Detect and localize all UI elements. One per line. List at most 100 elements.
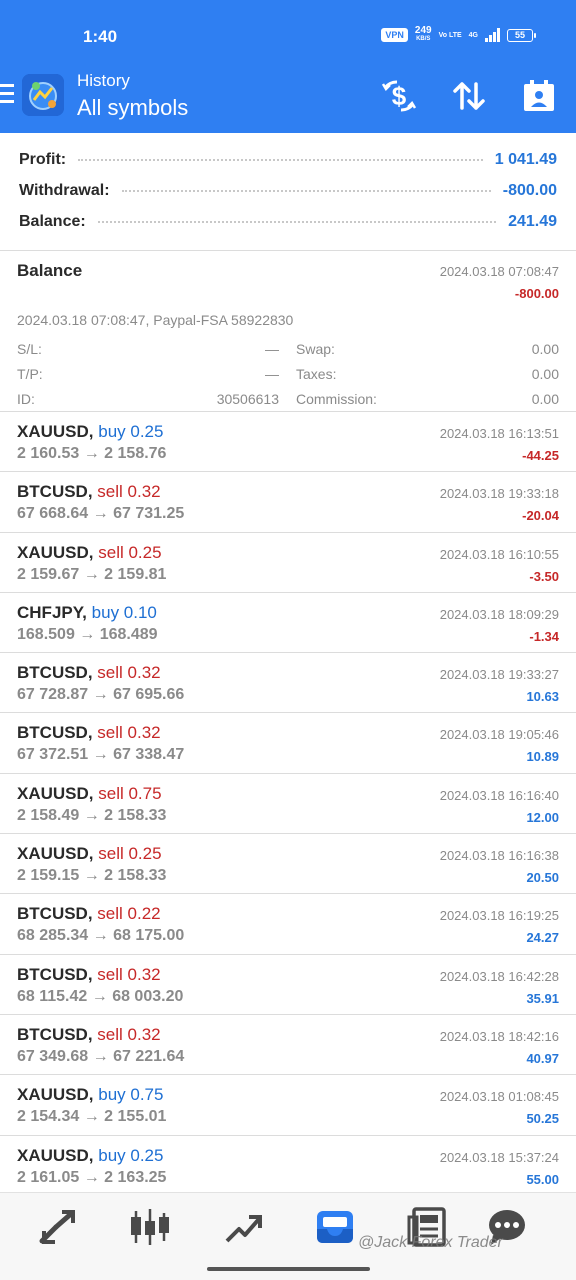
trade-direction: sell 0.32	[97, 964, 161, 984]
battery-icon: 55	[507, 28, 536, 42]
trade-row[interactable]: BTCUSD, sell 0.32 67 372.51 → 67 338.47 …	[0, 713, 576, 774]
trade-head: BTCUSD, sell 0.22	[17, 904, 161, 924]
chart-icon[interactable]	[128, 1207, 172, 1247]
status-bar: 1:40 VPN 249 KB/S Vo LTE 4G 55	[0, 0, 576, 66]
page-subtitle: History	[77, 71, 130, 90]
network-type: 4G	[468, 31, 478, 39]
trade-direction: sell 0.32	[97, 663, 161, 683]
dollar-exchange-icon[interactable]: $	[381, 78, 417, 114]
balance-value: 241.49	[508, 213, 557, 230]
trade-symbol: BTCUSD,	[17, 663, 93, 683]
app-logo-graphic	[22, 74, 64, 116]
trade-profit: 10.63	[526, 689, 559, 705]
profit-row: Profit: 1 041.49	[19, 148, 557, 172]
menu-icon[interactable]	[0, 84, 14, 104]
detail-row: ID: 30506613 Commission: 0.00	[17, 386, 559, 411]
sl-label: S/L:	[17, 340, 42, 357]
trade-row[interactable]: BTCUSD, sell 0.32 67 728.87 → 67 695.66 …	[0, 653, 576, 714]
trade-head: XAUUSD, buy 0.75	[17, 1085, 163, 1105]
trade-direction: sell 0.75	[98, 783, 162, 803]
title-block: History All symbols	[77, 71, 188, 121]
trade-profit: 50.25	[526, 1111, 559, 1127]
withdrawal-row: Withdrawal: -800.00	[19, 179, 557, 203]
trade-head: XAUUSD, buy 0.25	[17, 1146, 163, 1166]
calendar-icon[interactable]	[521, 78, 557, 114]
tp-value: —	[265, 365, 279, 382]
swap-value: 0.00	[531, 340, 559, 357]
network-speed-unit: KB/S	[416, 36, 431, 42]
trade-profit: 12.00	[526, 809, 559, 825]
trade-row[interactable]: BTCUSD, sell 0.32 67 349.68 → 67 221.64 …	[0, 1015, 576, 1076]
trade-profit: 40.97	[526, 1050, 559, 1066]
trade-head: XAUUSD, buy 0.25	[17, 422, 163, 442]
trade-symbol: BTCUSD,	[17, 1024, 93, 1044]
trade-row[interactable]: BTCUSD, sell 0.32 68 115.42 → 68 003.20 …	[0, 955, 576, 1015]
trade-head: BTCUSD, sell 0.32	[17, 482, 161, 502]
trade-profit: -3.50	[529, 568, 559, 584]
trade-profit: 55.00	[526, 1171, 559, 1187]
trade-row[interactable]: XAUUSD, sell 0.25 2 159.67 → 2 159.81 20…	[0, 533, 576, 593]
trade-symbol: XAUUSD,	[17, 542, 94, 562]
sort-icon[interactable]	[451, 78, 487, 114]
page-title[interactable]: All symbols	[77, 95, 188, 121]
trade-time: 2024.03.18 16:16:38	[439, 848, 559, 864]
trade-row[interactable]: XAUUSD, sell 0.75 2 158.49 → 2 158.33 20…	[0, 774, 576, 835]
trade-row[interactable]: XAUUSD, buy 0.25 2 161.05 → 2 163.25 202…	[0, 1136, 576, 1196]
trade-direction: buy 0.75	[98, 1085, 164, 1105]
trade-direction: sell 0.32	[97, 1024, 161, 1044]
taxes-label: Taxes:	[296, 365, 337, 382]
summary-panel: Profit: 1 041.49 Withdrawal: -800.00 Bal…	[0, 133, 576, 251]
trade-time: 2024.03.18 19:33:27	[439, 667, 559, 683]
trade-head: BTCUSD, sell 0.32	[17, 723, 161, 743]
trade-icon[interactable]	[221, 1207, 265, 1247]
header: 1:40 VPN 249 KB/S Vo LTE 4G 55 History A…	[0, 0, 576, 133]
trade-direction: buy 0.10	[91, 602, 157, 622]
history-icon[interactable]	[313, 1207, 357, 1247]
dotted-leader	[121, 190, 491, 192]
commission-label: Commission:	[296, 390, 377, 407]
operation-details: S/L: — Swap: 0.00 T/P: — Taxes: 0.00 ID:…	[17, 336, 559, 411]
balance-operation[interactable]: Balance 2024.03.18 07:08:47 -800.00 2024…	[0, 251, 576, 412]
trade-prices: 168.509 → 168.489	[17, 625, 158, 643]
trade-profit: 35.91	[526, 990, 559, 1006]
trade-time: 2024.03.18 15:37:24	[439, 1149, 559, 1165]
trade-head: BTCUSD, sell 0.32	[17, 1025, 161, 1045]
trade-prices: 2 160.53 → 2 158.76	[17, 445, 167, 462]
status-icons: VPN 249 KB/S Vo LTE 4G 55	[381, 26, 536, 44]
operation-comment: 2024.03.18 07:08:47, Paypal-FSA 58922830	[17, 312, 294, 328]
bottom-nav: @Jack Forex Trader	[0, 1192, 576, 1280]
trade-prices: 2 158.49 → 2 158.33	[17, 806, 167, 824]
trade-prices: 67 728.87 → 67 695.66	[17, 686, 185, 704]
status-time: 1:40	[83, 27, 118, 46]
trade-profit: -44.25	[522, 448, 559, 463]
trade-prices: 68 115.42 → 68 003.20	[17, 987, 184, 1005]
home-indicator[interactable]	[207, 1267, 370, 1271]
trade-row[interactable]: XAUUSD, buy 0.25 2 160.53 → 2 158.76 202…	[0, 412, 576, 473]
dotted-leader	[97, 221, 497, 223]
trade-time: 2024.03.18 16:13:51	[439, 426, 559, 441]
trade-time: 2024.03.18 18:42:16	[439, 1028, 559, 1044]
trade-row[interactable]: BTCUSD, sell 0.32 67 668.64 → 67 731.25 …	[0, 472, 576, 533]
operation-time: 2024.03.18 07:08:47	[439, 264, 559, 279]
trade-time: 2024.03.18 16:42:28	[439, 968, 559, 984]
trade-symbol: XAUUSD,	[17, 1145, 94, 1165]
trade-row[interactable]: XAUUSD, buy 0.75 2 154.34 → 2 155.01 202…	[0, 1075, 576, 1136]
app-logo	[22, 74, 64, 116]
quotes-icon[interactable]	[36, 1207, 80, 1247]
swap-label: Swap:	[296, 340, 335, 357]
dotted-leader	[78, 159, 483, 161]
trade-row[interactable]: CHFJPY, buy 0.10 168.509 → 168.489 2024.…	[0, 593, 576, 654]
trade-head: BTCUSD, sell 0.32	[17, 663, 161, 683]
trade-prices: 68 285.34 → 68 175.00	[17, 927, 185, 945]
battery-level: 55	[507, 28, 533, 42]
trade-row[interactable]: BTCUSD, sell 0.22 68 285.34 → 68 175.00 …	[0, 894, 576, 955]
balance-row: Balance: 241.49	[19, 210, 557, 234]
trade-head: XAUUSD, sell 0.25	[17, 844, 162, 864]
trade-row[interactable]: XAUUSD, sell 0.25 2 159.15 → 2 158.33 20…	[0, 834, 576, 895]
trade-profit: -1.34	[529, 628, 559, 644]
taxes-value: 0.00	[531, 365, 559, 382]
trade-symbol: BTCUSD,	[17, 482, 93, 502]
trade-prices: 2 159.15 → 2 158.33	[17, 867, 167, 885]
trade-head: XAUUSD, sell 0.25	[17, 543, 162, 563]
app-bar: History All symbols $	[0, 66, 576, 133]
